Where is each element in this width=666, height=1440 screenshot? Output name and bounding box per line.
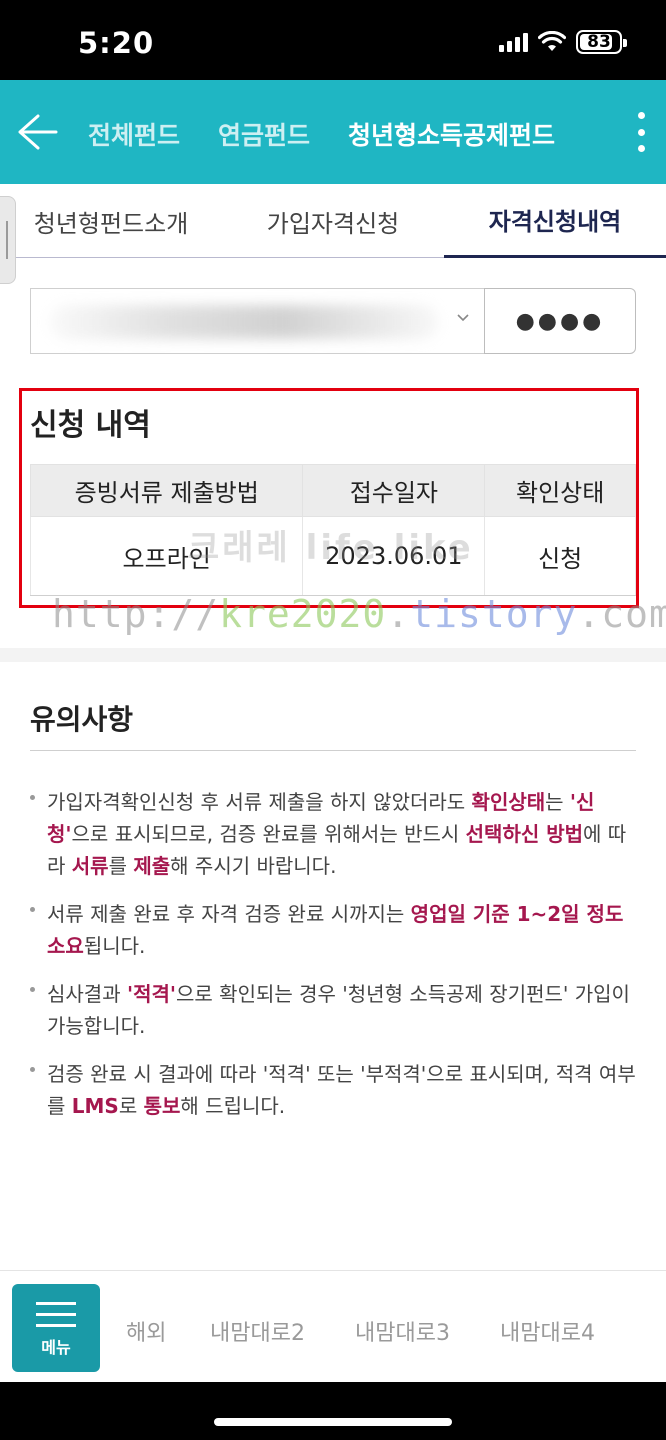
notes-title: 유의사항 <box>30 703 134 736</box>
account-select[interactable] <box>30 288 484 354</box>
column-header-status: 확인상태 <box>484 463 636 518</box>
tab-fund-intro[interactable]: 청년형펀드소개 <box>0 184 222 258</box>
note-highlight: LMS <box>71 1094 119 1118</box>
bottom-nav: 메뉴 해외 내맘대로2 내맘대로3 내맘대로4 <box>0 1270 666 1382</box>
chevron-down-icon <box>457 314 469 322</box>
tab-eligibility-apply[interactable]: 가입자격신청 <box>222 184 444 258</box>
note-highlight: 확인상태 <box>471 790 546 814</box>
app-header: 전체펀드 연금펀드 청년형소득공제펀드 <box>0 80 666 184</box>
note-text: 됩니다. <box>83 934 146 958</box>
home-bar-area <box>0 1382 666 1440</box>
note-text: 해 주시기 바랍니다. <box>170 854 337 878</box>
cellular-signal-icon <box>499 32 528 52</box>
note-highlight: 서류 <box>71 854 109 878</box>
password-button[interactable]: ●●●● <box>484 288 636 354</box>
nav-item-custom-2[interactable]: 내맘대로2 <box>210 1315 305 1347</box>
column-header-method: 증빙서류 제출방법 <box>29 463 304 518</box>
note-highlight: 제출 <box>133 854 171 878</box>
notes-list: 가입자격확인신청 후 서류 제출을 하지 않았더라도 확인상태는 '신청'으로 … <box>30 786 636 1138</box>
battery-level: 83 <box>587 32 611 52</box>
status-time: 5:20 <box>78 26 155 60</box>
note-item: 심사결과 '적격'으로 확인되는 경우 '청년형 소득공제 장기펀드' 가입이 … <box>30 978 636 1042</box>
note-highlight: '적격' <box>126 982 177 1006</box>
header-tab-youth-fund[interactable]: 청년형소득공제펀드 <box>348 116 555 152</box>
header-tab-all-funds[interactable]: 전체펀드 <box>88 116 180 152</box>
menu-button[interactable]: 메뉴 <box>12 1284 100 1372</box>
column-header-date: 접수일자 <box>302 463 486 518</box>
watermark-text: 크래레 life like <box>188 528 474 568</box>
header-tab-pension-funds[interactable]: 연금펀드 <box>218 116 310 152</box>
status-indicators: 83 <box>499 30 627 54</box>
note-text: 를 <box>108 854 134 878</box>
nav-item-custom-4[interactable]: 내맘대로4 <box>500 1315 595 1347</box>
note-item: 서류 제출 완료 후 자격 검증 완료 시까지는 영업일 기준 1~2일 정도 … <box>30 898 636 962</box>
notes-divider <box>30 750 636 751</box>
note-item: 검증 완료 시 결과에 따라 '적격' 또는 '부적격'으로 표시되며, 적격 … <box>30 1058 636 1122</box>
note-text: 심사결과 <box>47 982 127 1006</box>
back-arrow-icon[interactable] <box>16 112 58 152</box>
sub-tab-bar: 청년형펀드소개 가입자격신청 자격신청내역 <box>0 184 666 258</box>
side-drawer-handle[interactable] <box>0 196 16 284</box>
section-divider <box>0 648 666 662</box>
history-title: 신청 내역 <box>30 408 151 443</box>
note-text: 서류 제출 완료 후 자격 검증 완료 시까지는 <box>47 902 411 926</box>
menu-label: 메뉴 <box>41 1338 71 1357</box>
blurred-account-number <box>49 305 439 339</box>
table-header-row: 증빙서류 제출방법 접수일자 확인상태 <box>29 463 636 518</box>
cell-status: 신청 <box>484 516 636 596</box>
wifi-icon <box>538 31 566 51</box>
note-text: 는 <box>545 790 570 814</box>
more-options-icon[interactable] <box>636 112 646 152</box>
hamburger-icon <box>36 1302 76 1328</box>
status-bar: 5:20 83 <box>0 0 666 80</box>
home-indicator <box>214 1418 452 1426</box>
note-text: 해 드립니다. <box>180 1094 286 1118</box>
watermark-url: http://kre2020.tistory.com <box>52 592 666 636</box>
note-highlight: 선택하신 방법 <box>465 822 584 846</box>
note-highlight: 통보 <box>143 1094 181 1118</box>
note-item: 가입자격확인신청 후 서류 제출을 하지 않았더라도 확인상태는 '신청'으로 … <box>30 786 636 882</box>
note-text: 으로 표시되므로, 검증 완료를 위해서는 반드시 <box>71 822 466 846</box>
note-text: 가입자격확인신청 후 서류 제출을 하지 않았더라도 <box>47 790 472 814</box>
tab-eligibility-history[interactable]: 자격신청내역 <box>444 184 666 258</box>
battery-icon: 83 <box>576 30 627 54</box>
note-text: 로 <box>118 1094 144 1118</box>
nav-item-custom-3[interactable]: 내맘대로3 <box>355 1315 450 1347</box>
nav-item-overseas[interactable]: 해외 <box>126 1315 166 1347</box>
